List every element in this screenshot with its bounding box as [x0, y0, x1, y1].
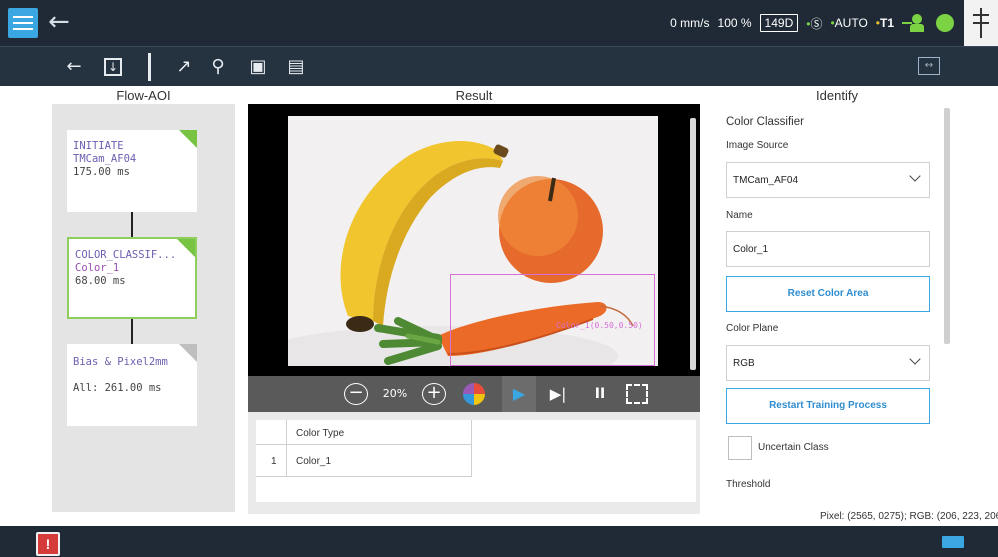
- keyboard-icon[interactable]: [942, 536, 964, 548]
- result-panel-title: Result: [455, 88, 493, 103]
- image-source-select[interactable]: TMCam_AF04: [726, 162, 930, 198]
- node-status-icon: [179, 130, 197, 148]
- main-area: Flow-AOI Result Identify INITIATE TMCam_…: [0, 86, 998, 526]
- back-arrow-icon[interactable]: ←: [48, 8, 78, 38]
- status-bar: 0 mm/s 100 % 149D •Ⓢ •AUTO •T1: [670, 0, 998, 46]
- safety-indicator: •Ⓢ: [806, 15, 822, 32]
- flow-node-initiate[interactable]: INITIATE TMCam_AF04 175.00 ms: [67, 130, 197, 212]
- status-light-icon: [936, 14, 954, 32]
- speed-readout: 0 mm/s: [670, 16, 710, 30]
- t1-indicator: •T1: [876, 16, 894, 30]
- chevron-down-icon: [909, 170, 921, 182]
- node-title: Bias & Pixel2mm: [73, 356, 168, 368]
- back-arrow-icon[interactable]: ←: [62, 55, 86, 79]
- result-table: Color Type 1 Color_1: [256, 420, 696, 502]
- node-subtitle: TMCam_AF04: [73, 153, 137, 165]
- flow-node-color-classifier[interactable]: COLOR_CLASSIF... Color_1 68.00 ms: [67, 237, 197, 319]
- chevron-down-icon: [909, 353, 921, 365]
- identify-panel-title: Identify: [816, 88, 858, 103]
- node-time: 175.00 ms: [73, 166, 130, 178]
- alarm-icon[interactable]: !: [36, 532, 60, 556]
- safety-icon: Ⓢ: [810, 16, 823, 31]
- project-badge[interactable]: 149D: [759, 14, 799, 32]
- zoom-out-icon[interactable]: −: [344, 383, 368, 405]
- vision-toolbar: ← ↓ ↗ ⚲ ▣ ▤ ↔: [0, 46, 998, 86]
- node-time: 68.00 ms: [75, 275, 126, 287]
- uncertain-class-label: Uncertain Class: [758, 442, 829, 453]
- threshold-label: Threshold: [726, 479, 771, 490]
- node-time: All: 261.00 ms: [73, 382, 162, 394]
- t1-label: T1: [879, 16, 894, 30]
- color-plane-label: Color Plane: [726, 323, 779, 334]
- pixel-readout: Pixel: (2565, 0275); RGB: (206, 223, 206…: [820, 511, 998, 522]
- trend-line-icon[interactable]: ↗: [172, 55, 196, 79]
- table-row-value[interactable]: Color_1: [296, 456, 331, 467]
- camera-settings-icon[interactable]: ▣: [246, 55, 270, 79]
- zoom-level: 20%: [382, 387, 408, 400]
- flow-panel: INITIATE TMCam_AF04 175.00 ms COLOR_CLAS…: [52, 104, 235, 512]
- fullscreen-icon[interactable]: [626, 384, 648, 404]
- node-status-icon: [179, 344, 197, 362]
- restart-training-button[interactable]: Restart Training Process: [726, 388, 930, 424]
- flow-node-bias[interactable]: Bias & Pixel2mm All: 261.00 ms: [67, 344, 197, 426]
- node-status-icon: [177, 239, 195, 257]
- image-source-value: TMCam_AF04: [733, 175, 799, 186]
- play-icon[interactable]: ▶: [502, 376, 536, 412]
- viewer-scrollbar[interactable]: [690, 118, 696, 370]
- pin-icon[interactable]: ⚲: [206, 55, 230, 79]
- flow-panel-title: Flow-AOI: [116, 88, 171, 103]
- node-subtitle: Color_1: [75, 262, 120, 274]
- bottom-bar: !: [0, 526, 998, 557]
- viewer-controls: − 20% + ▶ ▶| II: [248, 376, 700, 412]
- hamburger-menu-icon[interactable]: [8, 8, 38, 38]
- flow-connector: [131, 212, 133, 237]
- flow-connector: [131, 319, 133, 344]
- node-title: INITIATE: [73, 140, 124, 152]
- result-panel: Color_1(0.50,0.50) − 20% + ▶ ▶| II Color…: [248, 104, 700, 514]
- pause-icon[interactable]: II: [590, 382, 610, 406]
- table-row-index: 1: [271, 456, 277, 467]
- network-icon[interactable]: [964, 0, 998, 46]
- color-plane-value: RGB: [733, 358, 755, 369]
- calibration-icon[interactable]: ▤: [284, 55, 308, 79]
- image-source-label: Image Source: [726, 140, 789, 151]
- mode-label: AUTO: [834, 16, 868, 30]
- zoom-in-icon[interactable]: +: [422, 383, 446, 405]
- fit-screen-icon[interactable]: ↔: [918, 57, 940, 75]
- step-icon[interactable]: ▶|: [546, 382, 570, 406]
- robot-icon[interactable]: [902, 12, 924, 34]
- table-header-color-type: Color Type: [296, 428, 345, 439]
- name-label: Name: [726, 210, 753, 221]
- reset-color-area-button[interactable]: Reset Color Area: [726, 276, 930, 312]
- color-plane-select[interactable]: RGB: [726, 345, 930, 381]
- section-title: Color Classifier: [726, 116, 804, 128]
- mode-indicator: •AUTO: [830, 16, 867, 30]
- save-icon[interactable]: ↓: [104, 58, 122, 76]
- uncertain-class-checkbox[interactable]: [728, 436, 752, 460]
- identify-panel: Color Classifier Image Source TMCam_AF04…: [722, 104, 952, 514]
- node-subtitle: [73, 369, 191, 382]
- speed-percent: 100 %: [717, 16, 752, 30]
- detection-label: Color_1(0.50,0.50): [556, 321, 643, 330]
- detection-bbox: [450, 274, 655, 366]
- image-viewer[interactable]: Color_1(0.50,0.50): [248, 104, 700, 376]
- color-wheel-icon[interactable]: [462, 382, 486, 406]
- name-field[interactable]: Color_1: [726, 231, 930, 267]
- camera-image: Color_1(0.50,0.50): [288, 116, 658, 366]
- name-value: Color_1: [733, 244, 769, 255]
- toolbar-divider: [148, 53, 151, 81]
- node-title: COLOR_CLASSIF...: [75, 249, 177, 261]
- identify-scrollbar[interactable]: [944, 108, 950, 344]
- top-bar: ← 0 mm/s 100 % 149D •Ⓢ •AUTO •T1: [0, 0, 998, 46]
